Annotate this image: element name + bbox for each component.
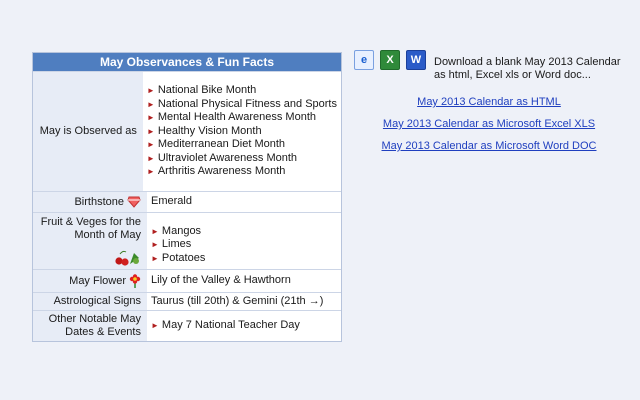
row-label: Other Notable May Dates & Events <box>33 311 147 341</box>
row-birthstone: Birthstone Emerald <box>33 191 341 212</box>
astro-value: Taurus (till 20th) & Gemini (21th →) <box>151 294 324 307</box>
list-item: ► National Physical Fitness and Sports <box>146 97 337 110</box>
bullet-icon: ► <box>151 240 159 250</box>
bullet-icon: ► <box>151 226 159 236</box>
list-item: ► Ultraviolet Awareness Month <box>146 151 298 164</box>
row-notable: Other Notable May Dates & Events ► May 7 … <box>33 310 341 341</box>
list-item: ► May 7 National Teacher Day <box>151 319 300 332</box>
bullet-icon: ► <box>146 85 155 95</box>
bullet-icon: ► <box>146 140 155 150</box>
bullet-icon: ► <box>146 167 155 177</box>
download-description: Download a blank May 2013 Calendar as ht… <box>434 56 621 81</box>
list-item: ► Mangos <box>151 224 202 237</box>
list-item: ► Arthritis Awareness Month <box>146 165 286 178</box>
row-observed: May is Observed as ► National Bike Month … <box>33 71 341 191</box>
birthstone-value: Emerald <box>151 195 192 208</box>
row-label: Fruit & Veges for the Month of May <box>33 213 147 269</box>
bullet-icon: ► <box>146 153 155 163</box>
notable-list: ► May 7 National Teacher Day <box>147 311 341 341</box>
birthstone-label: Birthstone <box>74 195 124 208</box>
list-item: ► Potatoes <box>151 251 206 264</box>
row-label: May Flower <box>33 270 147 292</box>
flower-label: May Flower <box>69 274 126 287</box>
fruit-list: ► Mangos ► Limes ► Potatoes <box>147 213 341 269</box>
xls-calendar-link[interactable]: May 2013 Calendar as Microsoft Excel XLS <box>354 118 624 130</box>
observed-list: ► National Bike Month ► National Physical … <box>143 72 341 191</box>
list-item: ► Mediterranean Diet Month <box>146 138 286 151</box>
bullet-icon: ► <box>146 99 155 109</box>
flower-icon <box>129 274 141 288</box>
list-item: ► Mental Health Awareness Month <box>146 111 317 124</box>
notable-label-line1: Other Notable May <box>48 313 141 325</box>
panel-title: May Observances & Fun Facts <box>33 53 341 71</box>
row-label: May is Observed as <box>33 72 143 191</box>
row-label: Birthstone <box>33 192 147 212</box>
observances-panel: May Observances & Fun Facts May is Obser… <box>32 52 342 342</box>
gem-icon <box>127 196 141 208</box>
list-item: ► National Bike Month <box>146 83 257 96</box>
list-item: ► Limes <box>151 238 192 251</box>
row-astro: Astrological Signs Taurus (till 20th) & … <box>33 292 341 310</box>
html-calendar-link[interactable]: May 2013 Calendar as HTML <box>354 96 624 108</box>
bullet-icon: ► <box>151 321 159 331</box>
bullet-icon: ► <box>151 253 159 263</box>
fruit-label-line1: Fruit & Veges for the <box>40 216 141 228</box>
astro-label: Astrological Signs <box>33 293 147 310</box>
file-icons: e X W <box>354 50 426 70</box>
ie-icon[interactable]: e <box>354 50 374 70</box>
word-icon[interactable]: W <box>406 50 426 70</box>
notable-label-line2: Dates & Events <box>65 326 141 338</box>
bullet-icon: ► <box>146 126 155 136</box>
downloads-section: e X W Download a blank May 2013 Calendar… <box>354 50 624 152</box>
fruit-label-line2: Month of May <box>74 229 141 241</box>
list-item: ► Healthy Vision Month <box>146 124 262 137</box>
excel-icon[interactable]: X <box>380 50 400 70</box>
row-flower: May Flower Lily of the Valley & Hawthorn <box>33 269 341 292</box>
doc-calendar-link[interactable]: May 2013 Calendar as Microsoft Word DOC <box>354 140 624 152</box>
flower-value: Lily of the Valley & Hawthorn <box>151 274 291 287</box>
cherries-icon <box>115 250 139 266</box>
downloads-top: e X W Download a blank May 2013 Calendar… <box>354 50 624 82</box>
row-fruit: Fruit & Veges for the Month of May ► Mang… <box>33 212 341 269</box>
bullet-icon: ► <box>146 113 155 123</box>
